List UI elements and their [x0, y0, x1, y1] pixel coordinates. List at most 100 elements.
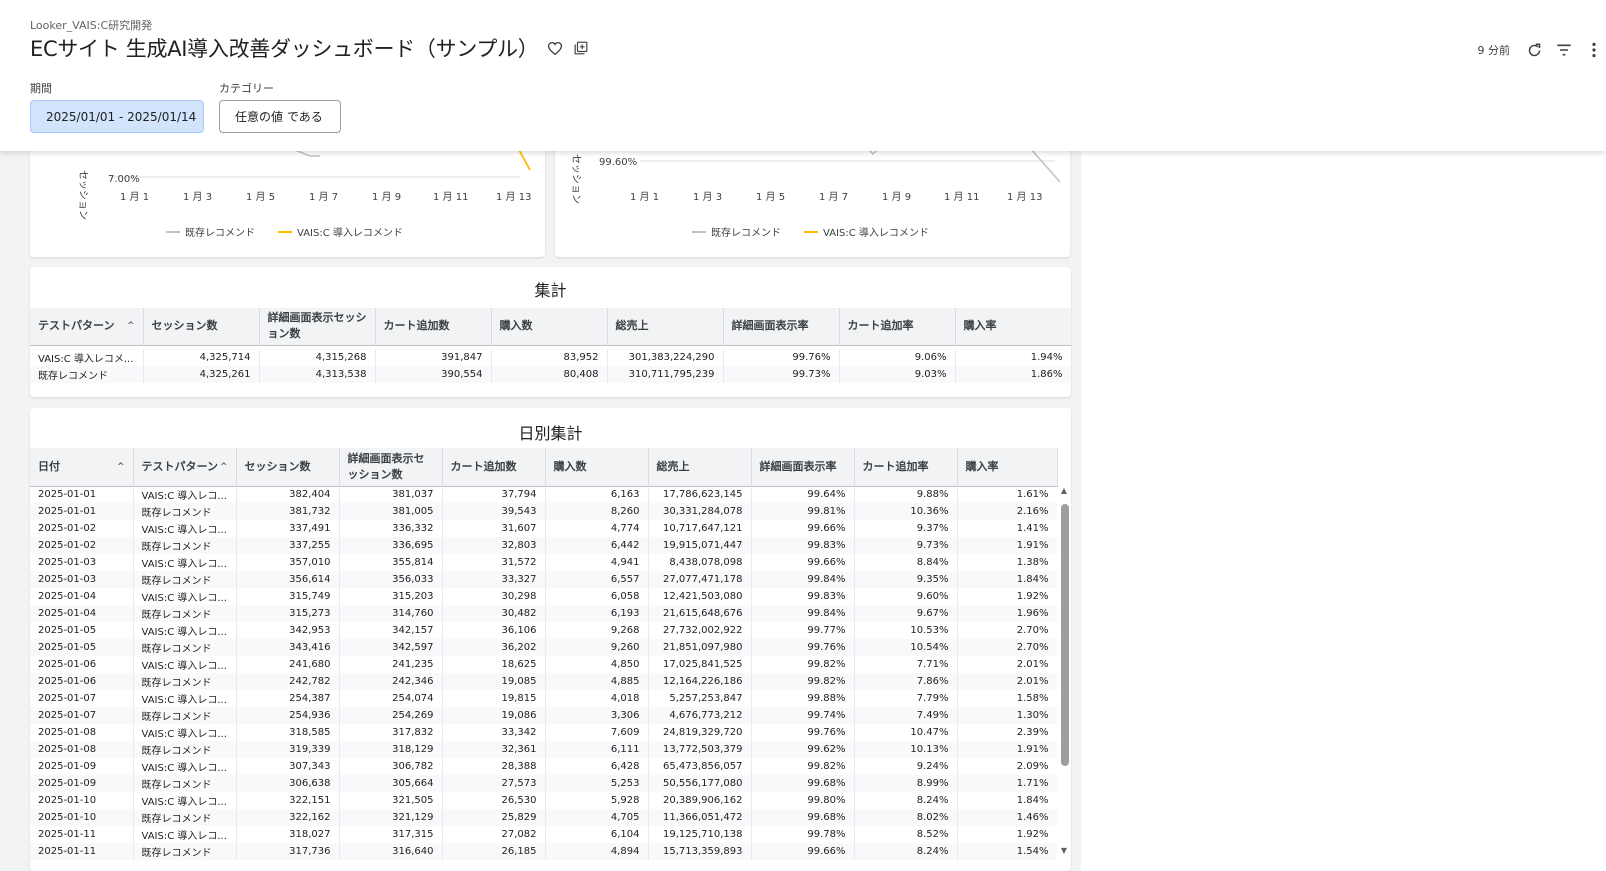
copy-folder-icon[interactable] [572, 39, 590, 57]
table-cell: 2025-01-07 [30, 707, 134, 724]
table-cell: 99.68% [751, 775, 855, 792]
more-vert-icon[interactable] [1582, 38, 1606, 62]
table-cell: 1.71% [957, 775, 1057, 792]
table-cell: 316,640 [339, 843, 443, 860]
table-cell: 2025-01-06 [30, 673, 134, 690]
table-row: 2025-01-08 VAIS:C 導入レコ... 318,585 317,832 33… [30, 724, 1057, 741]
daily-table-header: 日付 ^ テストパターン ^ セッション数 詳細画面表示セッション数 カート追加数 … [30, 448, 1058, 487]
legend-label-vaisc[interactable]: VAIS:C 導入レコメンド [297, 226, 403, 239]
table-cell: 既存レコメンド [133, 571, 237, 588]
table-cell: 30,482 [442, 605, 546, 622]
col-header[interactable]: セッション数 [236, 448, 340, 486]
table-cell: 19,815 [442, 690, 546, 707]
table-cell: 315,273 [236, 605, 340, 622]
table-row: 2025-01-06 既存レコメンド 242,782 242,346 19,085 4,8… [30, 673, 1057, 690]
table-cell: 2025-01-05 [30, 622, 134, 639]
table-cell: 254,269 [339, 707, 443, 724]
table-cell: 13,772,503,379 [648, 741, 752, 758]
table-cell: 2025-01-04 [30, 588, 134, 605]
table-cell: 242,782 [236, 673, 340, 690]
category-filter-chip[interactable]: 任意の値 である [219, 100, 341, 133]
table-cell: 10.54% [854, 639, 958, 656]
table-row: 2025-01-07 既存レコメンド 254,936 254,269 19,086 3,3… [30, 707, 1057, 724]
col-header[interactable]: 総売上 [607, 308, 724, 345]
col-header[interactable]: テストパターン ^ [133, 448, 237, 486]
scroll-up-arrow-icon[interactable]: ▲ [1058, 486, 1070, 495]
table-cell: 342,953 [236, 622, 340, 639]
daily-tile: 日別集計 日付 ^ テストパターン ^ セッション数 詳細画面表示セッション数 カー… [30, 408, 1071, 871]
table-cell: 2.70% [957, 622, 1057, 639]
col-header[interactable]: 購入率 [955, 308, 1071, 345]
table-row: 2025-01-01 VAIS:C 導入レコ... 382,404 381,037 37… [30, 486, 1057, 503]
table-row: 2025-01-08 既存レコメンド 319,339 318,129 32,361 6,1… [30, 741, 1057, 758]
table-cell: 39,543 [442, 503, 546, 520]
favorite-heart-icon[interactable] [546, 39, 564, 57]
col-header[interactable]: カート追加数 [375, 308, 492, 345]
table-cell: 2.39% [957, 724, 1057, 741]
table-cell: 25,829 [442, 809, 546, 826]
table-cell: 既存レコメンド [133, 809, 237, 826]
scrollbar-thumb[interactable] [1061, 504, 1069, 766]
table-cell: 7,609 [545, 724, 649, 741]
breadcrumb[interactable]: Looker_VAIS:C研究開発 [30, 17, 152, 33]
table-cell: 65,473,856,057 [648, 758, 752, 775]
series-vaisc-line [517, 147, 531, 171]
table-cell: VAIS:C 導入レコ... [133, 486, 237, 503]
period-filter-chip[interactable]: 2025/01/01 - 2025/01/14 [30, 100, 204, 133]
table-cell: 99.76% [751, 639, 855, 656]
sort-asc-icon[interactable]: ^ [220, 459, 228, 475]
x-tick-label: 1 月 1 [120, 191, 149, 203]
table-cell: 1.92% [957, 588, 1057, 605]
col-header[interactable]: 購入率 [957, 448, 1058, 486]
col-header[interactable]: 購入数 [491, 308, 608, 345]
table-cell: 8.84% [854, 554, 958, 571]
sort-asc-icon[interactable]: ^ [127, 318, 135, 334]
col-header[interactable]: 詳細画面表示率 [723, 308, 840, 345]
table-cell: 7.71% [854, 656, 958, 673]
table-cell: 17,786,623,145 [648, 486, 752, 503]
legend-label-vaisc[interactable]: VAIS:C 導入レコメンド [823, 226, 929, 239]
table-cell: 99.78% [751, 826, 855, 843]
table-cell: 20,389,906,162 [648, 792, 752, 809]
col-header[interactable]: 総売上 [648, 448, 752, 486]
table-cell: 32,803 [442, 537, 546, 554]
x-tick-label: 1 月 7 [819, 191, 848, 203]
table-cell: 15,713,359,893 [648, 843, 752, 860]
table-cell: 30,298 [442, 588, 546, 605]
table-cell: 11,366,051,472 [648, 809, 752, 826]
col-header[interactable]: 詳細画面表示率 [751, 448, 855, 486]
col-header[interactable]: カート追加率 [854, 448, 958, 486]
legend-label-existing[interactable]: 既存レコメンド [711, 226, 781, 239]
table-cell: 9.67% [854, 605, 958, 622]
sort-asc-icon[interactable]: ^ [117, 459, 125, 475]
table-cell: 6,557 [545, 571, 649, 588]
x-tick-label: 1 月 13 [1007, 191, 1042, 203]
table-cell: 8.99% [854, 775, 958, 792]
col-header[interactable]: 詳細画面表示セッション数 [339, 448, 443, 486]
table-cell: 8.24% [854, 792, 958, 809]
table-cell: 307,343 [236, 758, 340, 775]
dashboard-header: Looker_VAIS:C研究開発 ECサイト 生成AI導入改善ダッシュボード（… [0, 0, 1606, 151]
filter-icon[interactable] [1552, 38, 1576, 62]
x-tick-label: 1 月 13 [496, 191, 531, 203]
table-cell: 381,732 [236, 503, 340, 520]
scroll-down-arrow-icon[interactable]: ▼ [1058, 846, 1070, 855]
table-row: 2025-01-03 既存レコメンド 356,614 356,033 33,327 6,5… [30, 571, 1057, 588]
col-header[interactable]: カート追加率 [839, 308, 956, 345]
table-cell: VAIS:C 導入レコ... [133, 622, 237, 639]
table-cell: 337,255 [236, 537, 340, 554]
col-header[interactable]: 詳細画面表示セッション数 [259, 308, 376, 345]
table-cell: 6,104 [545, 826, 649, 843]
legend-label-existing[interactable]: 既存レコメンド [185, 226, 255, 239]
col-header[interactable]: テストパターン ^ [30, 308, 144, 345]
col-header[interactable]: セッション数 [143, 308, 260, 345]
table-cell: 99.83% [751, 537, 855, 554]
col-header[interactable]: 日付 ^ [30, 448, 134, 486]
table-row: 2025-01-05 既存レコメンド 343,416 342,597 36,202 9,2… [30, 639, 1057, 656]
daily-table-scroll[interactable]: 2025-01-01 VAIS:C 導入レコ... 382,404 381,037 37… [30, 486, 1057, 871]
col-header[interactable]: カート追加数 [442, 448, 546, 486]
col-header[interactable]: 購入数 [545, 448, 649, 486]
refresh-icon[interactable] [1522, 38, 1546, 62]
table-cell: 4,850 [545, 656, 649, 673]
vertical-scrollbar[interactable]: ▲ ▼ [1058, 486, 1071, 871]
